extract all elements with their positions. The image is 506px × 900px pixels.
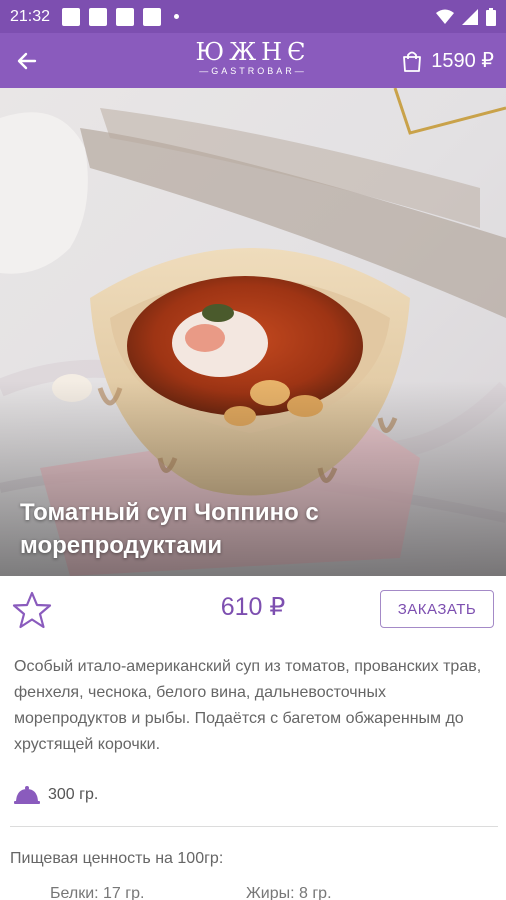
dish-description: Особый итало-американский суп из томатов… [14,658,482,753]
notification-icon [62,7,81,26]
nutrition-title: Пищевая ценность на 100гр: [10,850,224,867]
logo-text: ЮЖНЄ [195,38,311,66]
dish-photo: Томатный суп Чоппино с морепродуктами [0,88,506,576]
notification-icon [116,7,135,26]
price-row: 610 ₽ ЗАКАЗАТЬ [0,576,506,646]
arrow-left-icon [17,52,37,69]
app-toolbar: ЮЖНЄ —GASTROBAR— 1590 ₽ [0,33,506,88]
signal-icon [462,8,478,25]
battery-icon [486,7,496,26]
nutrition-fats: Жиры: 8 гр. [246,885,332,900]
dish-title: Томатный суп Чоппино с морепродуктами [20,499,319,559]
logo-subtitle: —GASTROBAR— [199,66,307,76]
brand-logo[interactable]: ЮЖНЄ —GASTROBAR— [196,39,311,76]
notification-icon [89,7,108,26]
dish-weight: 300 гр. [14,786,98,804]
more-notifications-icon [174,14,180,19]
status-time: 21:32 [10,7,51,25]
order-button[interactable]: ЗАКАЗАТЬ [380,590,494,628]
status-bar: 21:32 [0,0,506,33]
back-button[interactable] [12,46,42,76]
dish-cloche-icon [14,786,40,804]
nutrition-proteins: Белки: 17 гр. [50,885,145,900]
weight-value: 300 гр. [48,786,99,803]
cart-button[interactable]: 1590 ₽ [401,48,494,73]
notification-icon [143,7,162,26]
wifi-icon [436,9,454,24]
shopping-bag-icon [403,51,422,72]
divider [10,826,498,827]
cart-total: 1590 ₽ [431,50,494,72]
